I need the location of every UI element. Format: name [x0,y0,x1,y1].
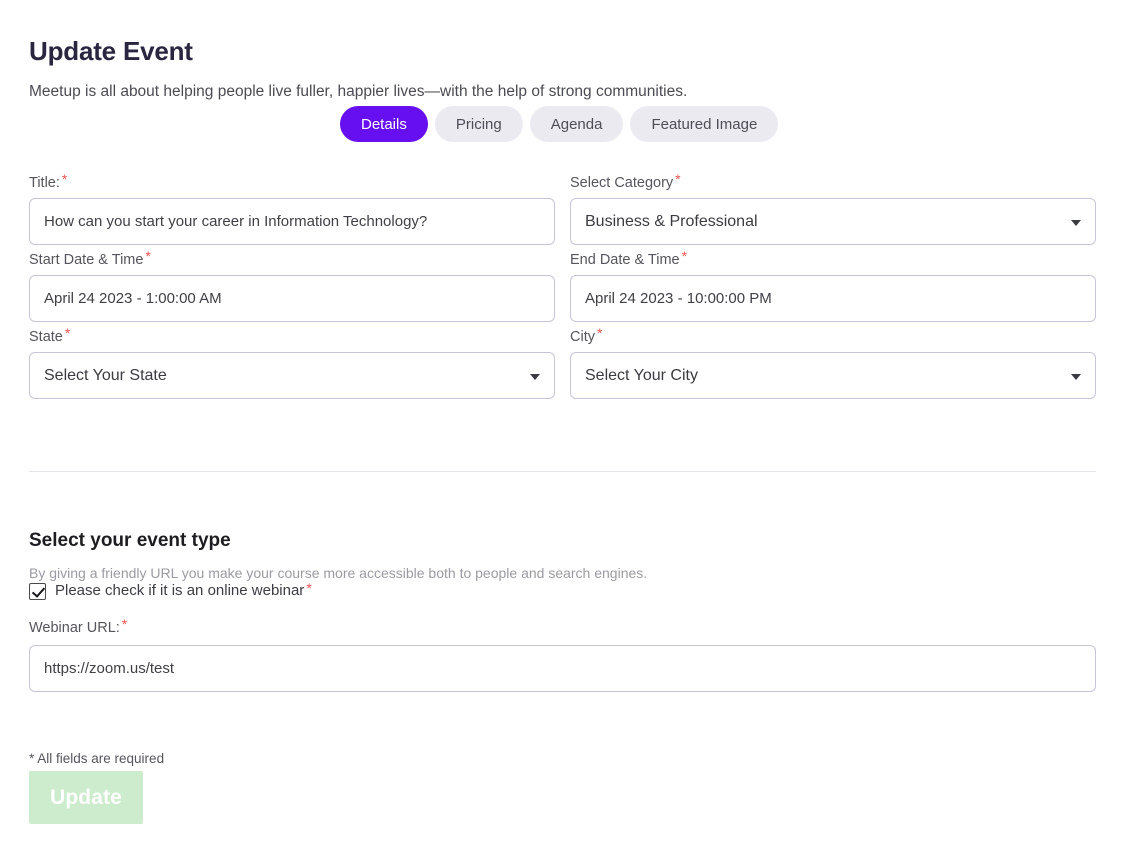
label-state: State * [29,325,71,345]
online-webinar-checkbox[interactable] [29,582,46,600]
required-asterisk: * [675,171,681,187]
required-asterisk: * [64,325,71,341]
state-select-value: Select Your State [44,366,167,384]
start-datetime-value: April 24 2023 - 1:00:00 AM [44,290,222,307]
required-asterisk: * [145,248,151,264]
online-webinar-label: Please check if it is an online webinar * [55,580,312,599]
event-type-title: Select your event type [29,529,231,551]
page-subtitle: Meetup is all about helping people live … [29,82,688,100]
label-start-datetime: Start Date & Time * [29,248,151,268]
city-select-value: Select Your City [585,366,698,384]
tab-bar: Details Pricing Agenda Featured Image [340,106,779,142]
label-city: City * [570,325,603,345]
label-category: Select Category * [570,171,681,191]
tab-details[interactable]: Details [340,106,428,142]
label-webinar-url: Webinar URL: * [29,616,128,636]
online-webinar-checkbox-row[interactable]: Please check if it is an online webinar * [29,581,312,601]
field-city: City * Select Your City [570,326,1096,399]
required-asterisk: * [681,248,688,264]
label-title: Title: * [29,171,68,191]
tab-pricing[interactable]: Pricing [434,106,523,142]
page-title: Update Event [29,36,193,67]
end-datetime-value: April 24 2023 - 10:00:00 PM [585,290,772,307]
state-select[interactable]: Select Your State [29,352,555,399]
required-asterisk: * [596,325,603,341]
start-datetime-input[interactable]: April 24 2023 - 1:00:00 AM [29,275,555,322]
chevron-down-icon [1071,219,1081,226]
required-asterisk: * [306,580,312,596]
field-category: Select Category * Business & Professional [570,172,1096,245]
label-end-datetime: End Date & Time * [570,248,688,268]
title-input[interactable]: How can you start your career in Informa… [29,198,555,245]
category-select[interactable]: Business & Professional [570,198,1096,245]
field-start-datetime: Start Date & Time * April 24 2023 - 1:00:… [29,249,555,322]
city-select[interactable]: Select Your City [570,352,1096,399]
section-divider [29,471,1096,472]
tab-agenda[interactable]: Agenda [529,106,624,142]
field-end-datetime: End Date & Time * April 24 2023 - 10:00:0… [570,249,1096,322]
title-input-value: How can you start your career in Informa… [44,213,428,230]
category-select-value: Business & Professional [585,212,758,230]
field-title: Title: * How can you start your career in… [29,172,555,245]
update-event-page: Update Event Meetup is all about helping… [0,0,1124,858]
webinar-url-value: https://zoom.us/test [44,660,175,677]
chevron-down-icon [530,373,540,380]
field-state: State * Select Your State [29,326,555,399]
tab-featured-image[interactable]: Featured Image [630,106,779,142]
event-details-form: Title: * How can you start your career in… [29,172,1096,399]
chevron-down-icon [1071,373,1081,380]
required-asterisk: * [121,616,128,632]
webinar-url-input[interactable]: https://zoom.us/test [29,645,1096,692]
required-asterisk: * [61,171,68,187]
required-fields-note: * All fields are required [29,750,165,766]
end-datetime-input[interactable]: April 24 2023 - 10:00:00 PM [570,275,1096,322]
update-button[interactable]: Update [29,771,143,824]
event-type-description: By giving a friendly URL you make your c… [29,565,648,581]
